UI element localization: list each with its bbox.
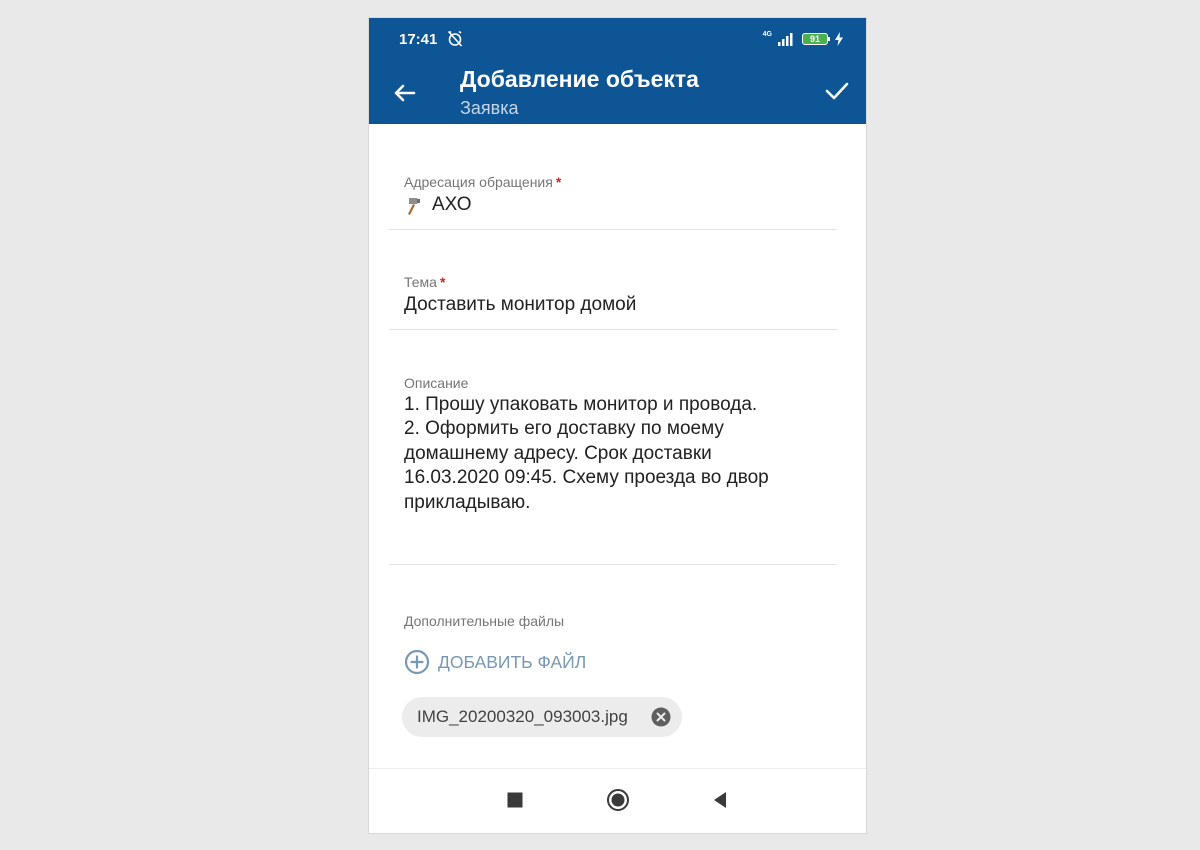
attachment-name: IMG_20200320_093003.jpg (417, 707, 628, 726)
hammer-icon (408, 198, 420, 215)
description-label: Описание (404, 375, 469, 391)
phone-screen: 17:41 4G 91 Добавление объекта Заявка Ад… (368, 17, 867, 834)
description-field[interactable]: Описание 1. Прошу упаковать монитор и пр… (389, 330, 837, 565)
topic-value: Доставить монитор домой (404, 294, 637, 315)
files-section: Дополнительные файлы ДОБАВИТЬ ФАЙЛ IMG_2… (389, 565, 837, 765)
network-type: 4G (762, 30, 772, 38)
add-file-label: ДОБАВИТЬ ФАЙЛ (438, 651, 587, 672)
attachment-chip[interactable]: IMG_20200320_093003.jpg (402, 697, 682, 737)
status-bar: 17:41 4G 91 (369, 18, 866, 62)
arrow-back-icon[interactable] (389, 78, 419, 108)
signal-icon (778, 33, 793, 46)
back-triangle-icon[interactable] (709, 789, 731, 811)
required-mark: * (555, 174, 562, 190)
addressing-field[interactable]: Адресация обращения * АХО (389, 124, 837, 230)
system-nav-bar (369, 768, 866, 833)
battery-icon: 91 (802, 33, 830, 45)
status-time: 17:41 (399, 31, 438, 48)
description-value: 1. Прошу упаковать монитор и провода. 2.… (404, 393, 824, 515)
status-icons: 4G 91 (763, 30, 844, 48)
close-icon[interactable] (651, 707, 671, 727)
addressing-label: Адресация обращения * (404, 174, 562, 190)
addressing-value-row: АХО (404, 194, 472, 216)
description-line: прикладываю. (404, 491, 531, 513)
recents-square-icon[interactable] (504, 789, 526, 811)
addressing-value: АХО (432, 194, 472, 215)
description-line: домашнему адресу. Срок доставки (404, 442, 712, 464)
topic-label: Тема * (404, 274, 446, 290)
required-mark: * (439, 274, 446, 290)
description-line: 2. Оформить его доставку по моему (404, 418, 724, 440)
charging-icon (835, 32, 843, 46)
home-circle-icon[interactable] (607, 789, 629, 811)
check-icon[interactable] (822, 76, 852, 106)
files-label: Дополнительные файлы (404, 613, 565, 629)
page-subtitle: Заявка (460, 98, 519, 118)
topic-field[interactable]: Тема * Доставить монитор домой (389, 230, 837, 330)
add-circle-icon (404, 649, 430, 675)
alarm-off-icon (447, 30, 463, 47)
description-line: 16.03.2020 09:45. Схему проезда во двор (404, 467, 769, 489)
battery-level: 91 (809, 34, 820, 44)
page-title: Добавление объекта (460, 66, 699, 92)
add-file-button[interactable]: ДОБАВИТЬ ФАЙЛ (404, 649, 586, 675)
description-line: 1. Прошу упаковать монитор и провода. (404, 394, 758, 415)
app-bar: Добавление объекта Заявка (369, 62, 866, 124)
